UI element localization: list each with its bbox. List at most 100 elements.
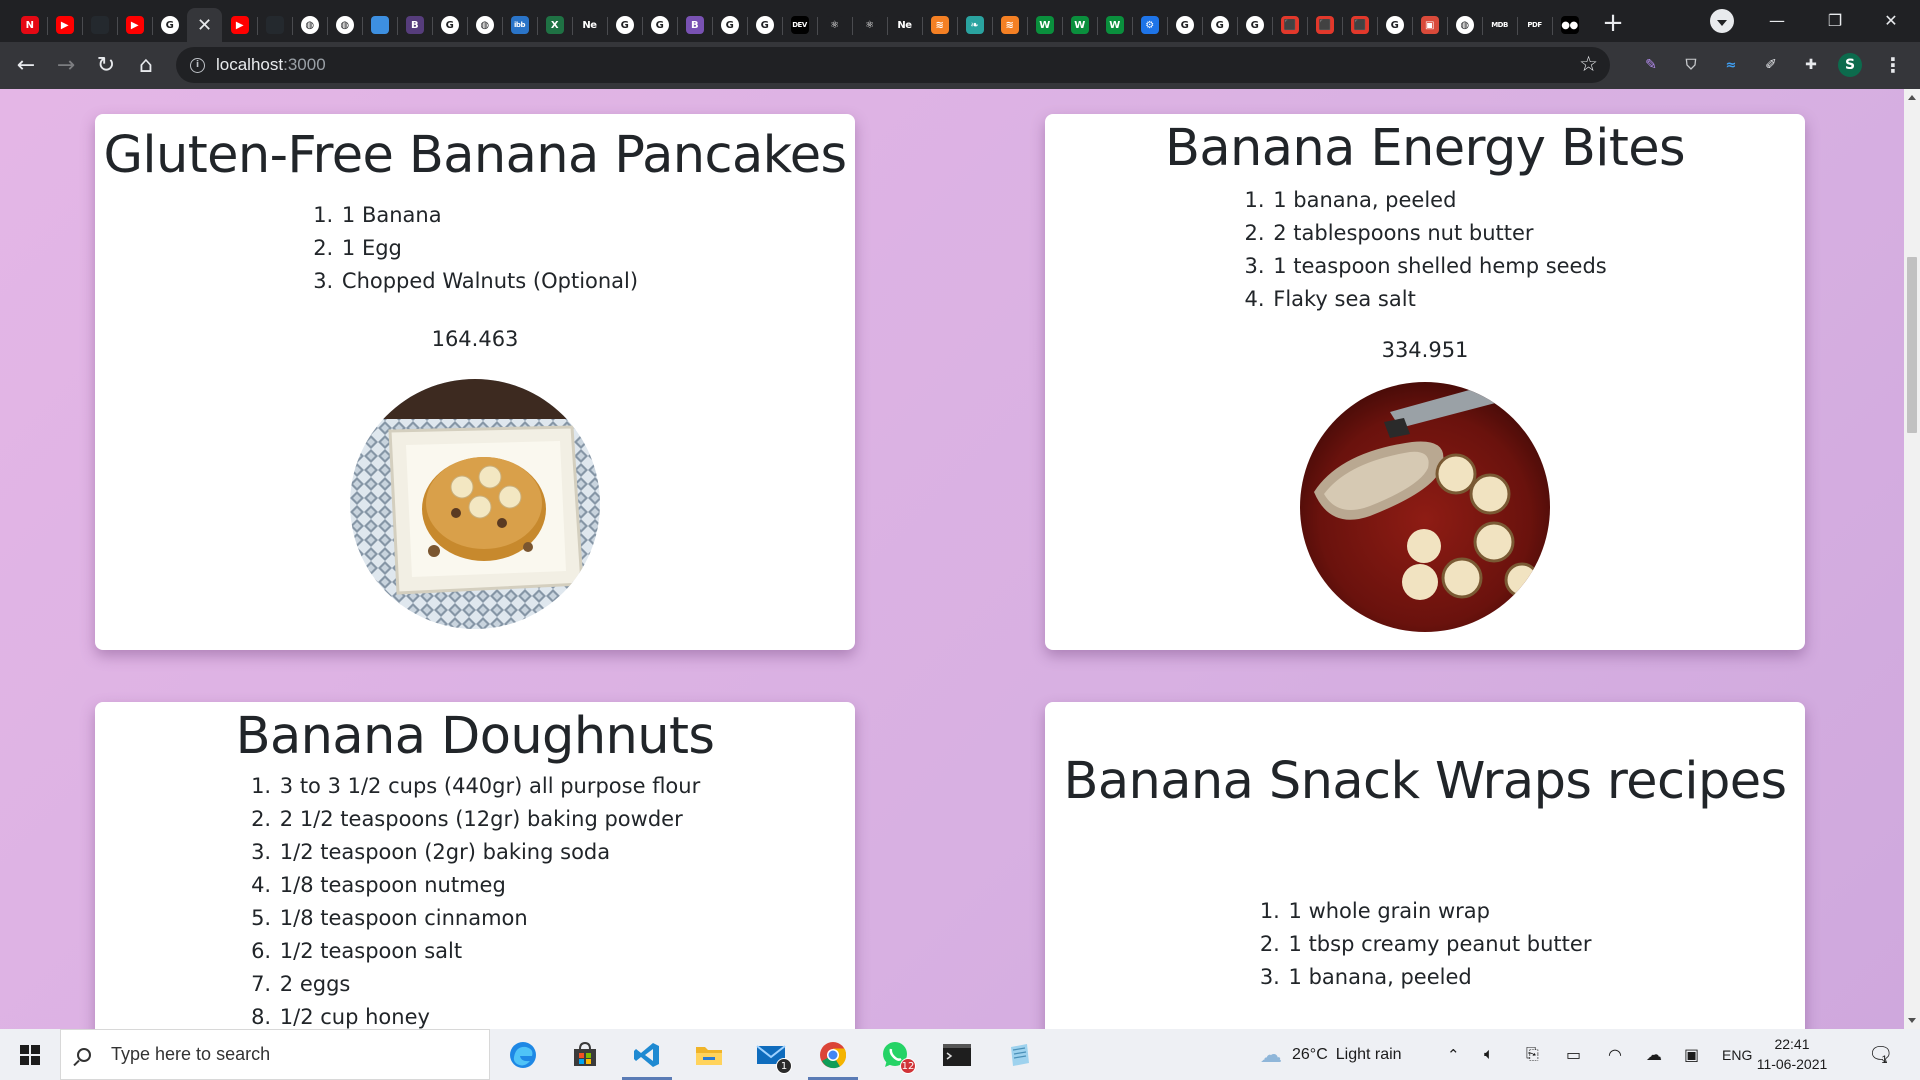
wifi-icon[interactable]: ◠ bbox=[1608, 1029, 1622, 1080]
browser-tab[interactable]: ⚛ bbox=[852, 8, 887, 42]
browser-tab[interactable]: ⬛ bbox=[1307, 8, 1342, 42]
browser-tab[interactable]: Ne bbox=[572, 8, 607, 42]
new-tab-button[interactable]: + bbox=[1595, 5, 1631, 41]
browser-tab[interactable]: ⚛ bbox=[817, 8, 852, 42]
browser-tab[interactable]: ◍ bbox=[327, 8, 362, 42]
browser-tab[interactable]: G bbox=[642, 8, 677, 42]
language-indicator[interactable]: ENG bbox=[1722, 1029, 1752, 1080]
screen-icon[interactable]: ▣ bbox=[1684, 1029, 1699, 1080]
browser-tab[interactable]: ▶ bbox=[222, 8, 257, 42]
store-taskbar-button[interactable] bbox=[556, 1029, 614, 1080]
site-info-icon[interactable]: i bbox=[190, 57, 205, 73]
network-cloud-icon[interactable]: ☁ bbox=[1646, 1029, 1662, 1080]
close-icon[interactable]: ✕ bbox=[197, 15, 212, 36]
youtube-icon: ▶ bbox=[125, 16, 144, 34]
browser-tab[interactable]: G bbox=[1377, 8, 1412, 42]
back-button[interactable]: ← bbox=[6, 46, 46, 86]
browser-tab[interactable]: ❧ bbox=[957, 8, 992, 42]
ibb-icon: ibb bbox=[510, 16, 529, 34]
clock-date: 11-06-2021 bbox=[1756, 1056, 1828, 1072]
mail-taskbar-button[interactable]: 1 bbox=[742, 1029, 800, 1080]
browser-tab[interactable]: G bbox=[1202, 8, 1237, 42]
browser-tab[interactable]: ibb bbox=[502, 8, 537, 42]
browser-tab[interactable] bbox=[257, 8, 292, 42]
browser-tab[interactable]: W bbox=[1097, 8, 1132, 42]
home-button[interactable]: ⌂ bbox=[126, 46, 166, 86]
chrome-taskbar-button[interactable] bbox=[804, 1029, 862, 1080]
wave-extension-icon[interactable]: ≈ bbox=[1718, 52, 1744, 78]
bookmark-star-icon[interactable]: ☆ bbox=[1579, 52, 1598, 76]
vscode-taskbar-button[interactable] bbox=[618, 1029, 676, 1080]
chevron-down-icon bbox=[1717, 19, 1727, 26]
scrollbar-thumb[interactable] bbox=[1907, 257, 1917, 433]
notification-center-icon[interactable]: 🗨︎ 1 bbox=[1868, 1029, 1893, 1080]
scroll-down-arrow-icon[interactable] bbox=[1908, 1018, 1916, 1023]
browser-tab[interactable]: PDF bbox=[1517, 8, 1552, 42]
browser-tab[interactable]: ⬛ bbox=[1342, 8, 1377, 42]
browser-tab[interactable]: DEV bbox=[782, 8, 817, 42]
browser-tab[interactable]: ◍ bbox=[1447, 8, 1482, 42]
minimize-button[interactable]: — bbox=[1748, 0, 1806, 40]
whatsapp-taskbar-button[interactable]: 12 bbox=[866, 1029, 924, 1080]
browser-tab[interactable]: W bbox=[1062, 8, 1097, 42]
browser-tab[interactable]: G bbox=[1167, 8, 1202, 42]
pen-extension-icon[interactable]: ✎ bbox=[1638, 52, 1664, 78]
active-tab[interactable]: ✕ bbox=[187, 8, 222, 42]
browser-tab[interactable]: ●● bbox=[1552, 8, 1587, 42]
file-explorer-taskbar-button[interactable] bbox=[680, 1029, 738, 1080]
browser-tab[interactable]: Ne bbox=[887, 8, 922, 42]
browser-tab[interactable]: B bbox=[677, 8, 712, 42]
show-hidden-icons-chevron-icon[interactable]: ⌃ bbox=[1447, 1029, 1460, 1080]
browser-tab[interactable]: ≋ bbox=[922, 8, 957, 42]
taskbar-clock[interactable]: 22:41 11-06-2021 bbox=[1752, 1034, 1832, 1074]
browser-tab[interactable]: ⬛ bbox=[1272, 8, 1307, 42]
maximize-button[interactable]: ❐ bbox=[1806, 0, 1864, 40]
shield-extension-icon[interactable]: ⛉ bbox=[1678, 52, 1704, 78]
browser-tab[interactable]: G bbox=[152, 8, 187, 42]
taskbar-search-box[interactable]: Type here to search bbox=[60, 1029, 490, 1080]
browser-tab[interactable]: MDB bbox=[1482, 8, 1517, 42]
start-button[interactable] bbox=[0, 1029, 60, 1080]
browser-tab[interactable]: ⚙ bbox=[1132, 8, 1167, 42]
browser-tab[interactable]: G bbox=[712, 8, 747, 42]
page-scrollbar[interactable] bbox=[1904, 89, 1920, 1029]
browser-tab[interactable]: ≋ bbox=[992, 8, 1027, 42]
browser-tab[interactable]: G bbox=[607, 8, 642, 42]
url-port: :3000 bbox=[283, 55, 326, 74]
browser-tab[interactable]: G bbox=[1237, 8, 1272, 42]
browser-tab[interactable]: ▣ bbox=[1412, 8, 1447, 42]
browser-tab[interactable]: ◍ bbox=[467, 8, 502, 42]
scroll-up-arrow-icon[interactable] bbox=[1908, 95, 1916, 100]
react-icon: ⚛ bbox=[860, 16, 879, 34]
edge-taskbar-button[interactable] bbox=[494, 1029, 552, 1080]
browser-tab[interactable]: G bbox=[747, 8, 782, 42]
browser-tab[interactable] bbox=[82, 8, 117, 42]
close-window-button[interactable]: ✕ bbox=[1862, 0, 1920, 40]
forward-button[interactable]: → bbox=[46, 46, 86, 86]
url-text[interactable]: localhost:3000 bbox=[216, 55, 326, 75]
browser-tab[interactable]: B bbox=[397, 8, 432, 42]
browser-tab[interactable]: ▶ bbox=[117, 8, 152, 42]
puzzle-extensions-icon[interactable]: ✚ bbox=[1798, 52, 1824, 78]
weather-widget[interactable]: ☁ 26°C Light rain bbox=[1260, 1029, 1402, 1080]
tab-list: N ▶ ▶ G ✕ ▶ ◍ ◍ B G ◍ ibb X Ne G G B G G DEV ⚛ ⚛ Ne ≋ ❧ ≋ W W W ⚙ G G G ⬛… bbox=[0, 0, 1587, 42]
reload-button[interactable]: ↻ bbox=[86, 46, 126, 86]
tab-search-button[interactable] bbox=[1710, 9, 1734, 33]
browser-tab[interactable]: ◍ bbox=[292, 8, 327, 42]
browser-tab[interactable]: W bbox=[1027, 8, 1062, 42]
browser-tab[interactable]: ▶ bbox=[47, 8, 82, 42]
browser-tab[interactable] bbox=[362, 8, 397, 42]
browser-menu-icon[interactable]: ⋮ bbox=[1880, 52, 1906, 78]
battery-icon[interactable]: ▭ bbox=[1566, 1029, 1581, 1080]
pencil-extension-icon[interactable]: ✐ bbox=[1758, 52, 1784, 78]
speaker-icon[interactable]: 🔈︎ bbox=[1484, 1029, 1494, 1080]
terminal-taskbar-button[interactable] bbox=[928, 1029, 986, 1080]
meet-now-icon[interactable]: ⎘ bbox=[1526, 1029, 1539, 1080]
browser-tab[interactable]: N bbox=[12, 8, 47, 42]
notepad-taskbar-button[interactable] bbox=[990, 1029, 1048, 1080]
ingredient-item: 2 tablespoons nut butter bbox=[1271, 217, 1607, 250]
profile-avatar[interactable]: S bbox=[1838, 53, 1862, 77]
address-bar[interactable]: i localhost:3000 ☆ bbox=[176, 47, 1610, 83]
browser-tab[interactable]: G bbox=[432, 8, 467, 42]
browser-tab[interactable]: X bbox=[537, 8, 572, 42]
